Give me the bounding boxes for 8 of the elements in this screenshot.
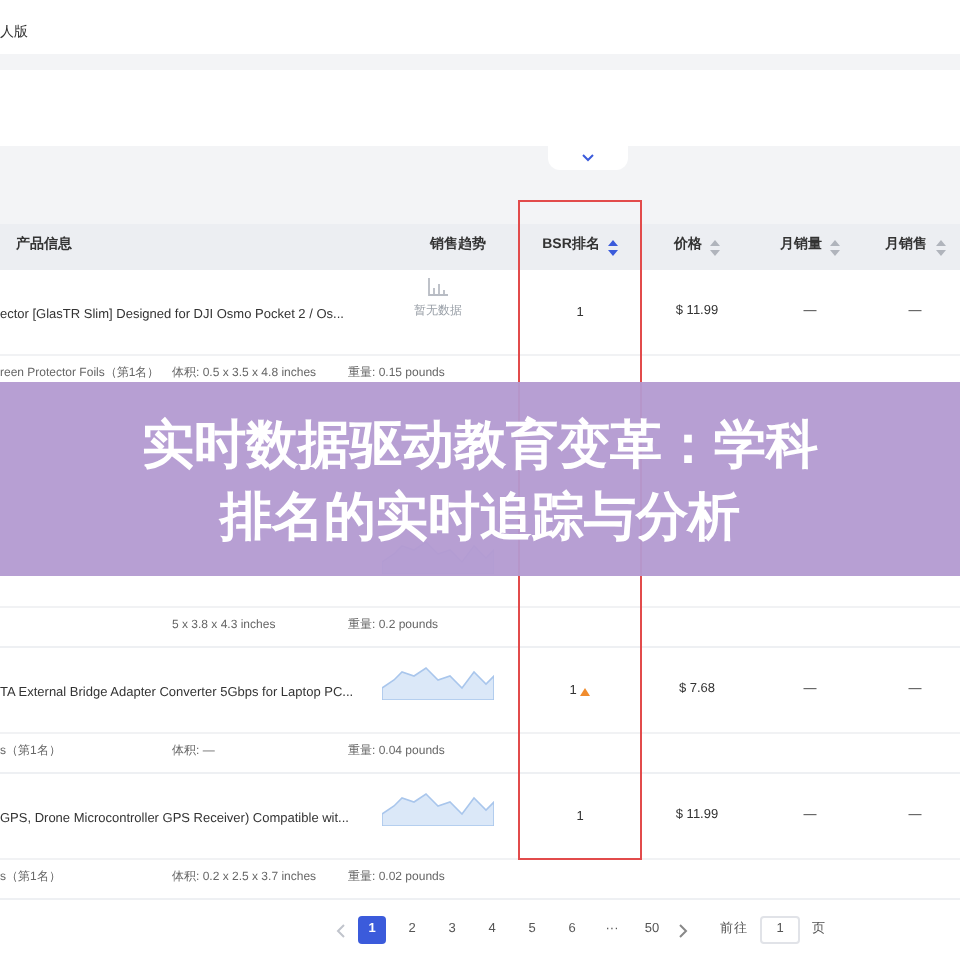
- banner-headline: 排名的实时追踪与分析: [220, 483, 740, 549]
- chevron-right-icon[interactable]: [678, 923, 688, 937]
- chevron-left-icon[interactable]: [336, 923, 346, 937]
- sort-icon[interactable]: [607, 239, 618, 255]
- collapse-tab[interactable]: [548, 146, 628, 170]
- chevron-down-icon: [582, 154, 594, 162]
- banner-headline: 实时数据驱动教育变革：学科: [142, 411, 818, 477]
- bar-chart-icon: [428, 278, 448, 296]
